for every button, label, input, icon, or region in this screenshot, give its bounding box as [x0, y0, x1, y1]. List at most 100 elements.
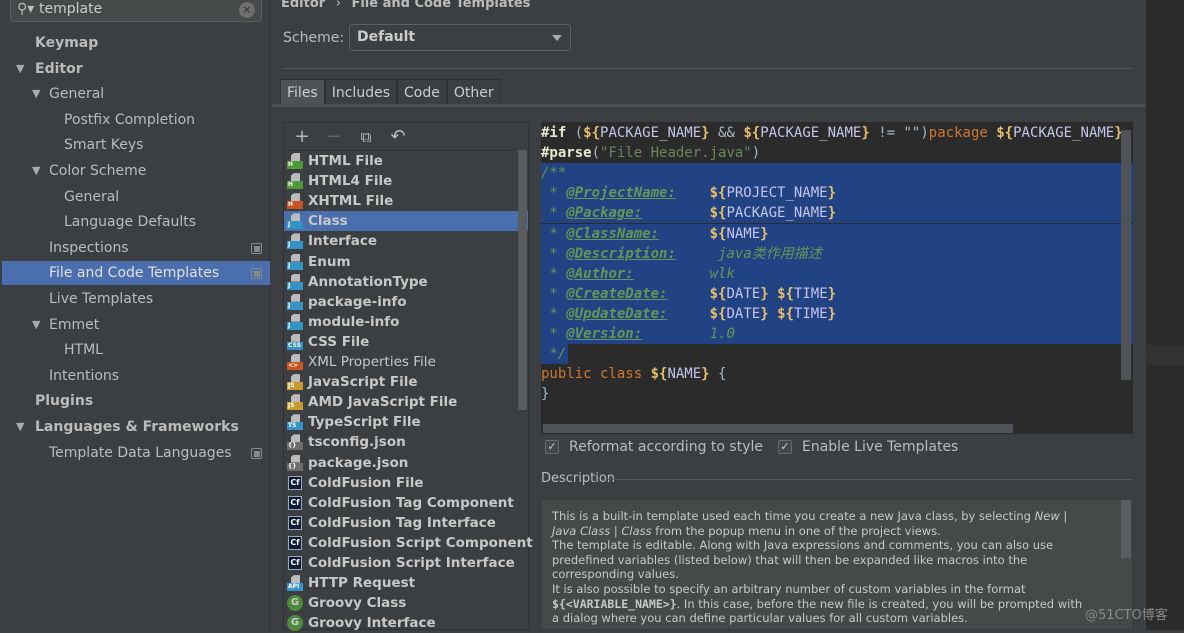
- settings-sidebar: ⚲▾ template × Keymap ▼ Editor ▼ General Postf…: [0, 0, 270, 630]
- sidebar-item[interactable]: ▼ Editor: [2, 57, 270, 81]
- template-list-item[interactable]: H HTML File: [284, 151, 528, 171]
- template-list-item[interactable]: JS JavaScript File: [284, 372, 528, 392]
- template-code-editor[interactable]: #if (${PACKAGE_NAME} && ${PACKAGE_NAME} …: [541, 122, 1133, 434]
- template-list-item[interactable]: API HTTP Request: [284, 573, 528, 593]
- description-paragraph: This is a built-in template used each ti…: [552, 509, 1092, 538]
- template-list-panel: + − ⧉ ↶ H HTML File H HTML4 File H XHTML File…: [283, 122, 533, 633]
- description-paragraph: It is also possible to specify an arbitr…: [552, 582, 1092, 626]
- file-type-icon: J: [287, 273, 303, 290]
- sidebar-item[interactable]: Language Defaults: [2, 210, 270, 234]
- code-token: ${: [709, 185, 727, 202]
- sidebar-item[interactable]: Intentions: [2, 364, 270, 388]
- add-icon[interactable]: +: [292, 126, 312, 147]
- template-list-item[interactable]: Jpackage-info: [284, 292, 528, 312]
- template-list-item[interactable]: CSS CSS File: [284, 332, 528, 352]
- expand-arrow-icon[interactable]: ▼: [16, 57, 24, 81]
- reset-icon[interactable]: ↶: [388, 126, 408, 147]
- copy-icon[interactable]: ⧉: [356, 128, 376, 146]
- template-list-item[interactable]: H HTML4 File: [284, 171, 528, 191]
- sidebar-item[interactable]: ▼ Languages & Frameworks: [2, 415, 270, 439]
- template-list-item[interactable]: J AnnotationType: [284, 272, 528, 292]
- sidebar-item[interactable]: HTML: [2, 338, 270, 362]
- template-name: Interface: [308, 233, 378, 250]
- code-line: /**: [541, 163, 1133, 184]
- template-list-item[interactable]: Cf ColdFusion Script Interface: [284, 553, 528, 573]
- tab-other[interactable]: Other: [446, 79, 501, 105]
- search-icon[interactable]: ⚲▾: [17, 1, 34, 17]
- template-list-item[interactable]: J Interface: [284, 231, 528, 251]
- expand-arrow-icon[interactable]: ▼: [32, 159, 40, 183]
- template-list-item[interactable]: Jmodule-info: [284, 312, 528, 332]
- sidebar-item-label: Emmet: [49, 316, 100, 333]
- code-token: ${: [777, 305, 794, 322]
- template-list-item[interactable]: TS TypeScript File: [284, 412, 528, 432]
- template-list-item[interactable]: JS AMD JavaScript File: [284, 392, 528, 412]
- scheme-dropdown[interactable]: Default: [349, 24, 571, 51]
- expand-arrow-icon[interactable]: ▼: [32, 82, 40, 106]
- sidebar-item[interactable]: ▼ Color Scheme: [2, 159, 270, 183]
- sidebar-item[interactable]: Smart Keys: [2, 133, 270, 157]
- template-list-item[interactable]: Cf ColdFusion Script Component: [284, 533, 533, 553]
- file-type-icon: JS: [287, 394, 303, 411]
- code-token: *: [541, 305, 567, 322]
- file-badge: J: [287, 221, 303, 230]
- clear-icon[interactable]: ×: [239, 2, 255, 18]
- checkmark-icon[interactable]: ✓: [778, 440, 792, 454]
- code-token: *: [541, 285, 567, 302]
- sidebar-item[interactable]: ▼ General: [2, 82, 270, 106]
- code-token: 1.0: [642, 326, 735, 342]
- sidebar-item[interactable]: Postfix Completion: [2, 108, 270, 132]
- code-token: TIME: [793, 305, 828, 322]
- template-list-item[interactable]: Cf ColdFusion Tag Interface: [284, 513, 528, 533]
- list-scrollbar[interactable]: [518, 150, 527, 410]
- sidebar-item[interactable]: File and Code Templates: [2, 261, 270, 286]
- code-token: TIME: [793, 285, 828, 302]
- description-scrollbar[interactable]: [1121, 500, 1131, 558]
- tab-includes[interactable]: Includes: [324, 79, 397, 105]
- live-templates-checkbox[interactable]: ✓ Enable Live Templates: [778, 438, 958, 456]
- expand-arrow-icon[interactable]: ▼: [32, 313, 40, 337]
- tab-code[interactable]: Code: [397, 79, 447, 105]
- template-name: AMD JavaScript File: [308, 394, 458, 411]
- file-type-icon: API: [287, 575, 303, 592]
- sidebar-item[interactable]: Live Templates: [2, 287, 270, 311]
- sidebar-item[interactable]: General: [2, 185, 270, 209]
- code-token: PACKAGE_NAME: [760, 125, 862, 141]
- code-token: PROJECT_NAME: [726, 185, 828, 202]
- file-badge: {}: [287, 462, 303, 471]
- template-name: tsconfig.json: [308, 434, 406, 451]
- template-list-item[interactable]: Cf ColdFusion File: [284, 473, 528, 493]
- template-list-item[interactable]: G Groovy Interface: [284, 613, 528, 633]
- template-name: module-info: [308, 313, 400, 330]
- description-text-run: It is also possible to specify an arbitr…: [552, 581, 1026, 596]
- file-badge: <>: [287, 362, 303, 370]
- sidebar-item[interactable]: ▼ Emmet: [2, 313, 270, 337]
- template-list-item[interactable]: <> XML Properties File: [284, 352, 528, 372]
- sidebar-item[interactable]: Inspections: [2, 236, 270, 260]
- breadcrumb-parent[interactable]: Editor: [281, 0, 325, 11]
- template-list-item[interactable]: Cf ColdFusion Tag Component: [284, 493, 528, 513]
- template-list-item[interactable]: H XHTML File: [284, 191, 528, 211]
- sidebar-item[interactable]: Template Data Languages: [2, 441, 270, 465]
- template-name: HTML4 File: [308, 173, 393, 190]
- template-list-item[interactable]: J Enum: [284, 252, 528, 272]
- sidebar-item[interactable]: Plugins: [2, 389, 270, 413]
- expand-arrow-icon[interactable]: ▼: [16, 415, 24, 439]
- checkmark-icon[interactable]: ✓: [545, 440, 559, 454]
- tab-files[interactable]: Files: [280, 79, 325, 105]
- reformat-checkbox[interactable]: ✓ Reformat according to style: [545, 438, 763, 456]
- sidebar-item[interactable]: Keymap: [2, 31, 270, 55]
- scheme-label: Scheme:: [283, 30, 345, 46]
- template-list-item[interactable]: J Class: [284, 211, 528, 232]
- editor-horizontal-scrollbar[interactable]: [543, 424, 1013, 433]
- code-line: * @CreateDate: ${DATE} ${TIME}: [541, 283, 1133, 304]
- settings-search-field[interactable]: ⚲▾ template ×: [10, 0, 262, 22]
- template-list-item[interactable]: {} package.json: [284, 453, 528, 473]
- editor-vertical-scrollbar[interactable]: [1121, 130, 1131, 380]
- template-list-item[interactable]: {} tsconfig.json: [284, 432, 528, 452]
- remove-icon[interactable]: −: [324, 126, 344, 147]
- template-list-item[interactable]: G Groovy Class: [284, 593, 528, 613]
- code-token: @UpdateDate:: [566, 305, 668, 322]
- search-input[interactable]: template: [39, 1, 102, 17]
- page-shape: [291, 193, 300, 202]
